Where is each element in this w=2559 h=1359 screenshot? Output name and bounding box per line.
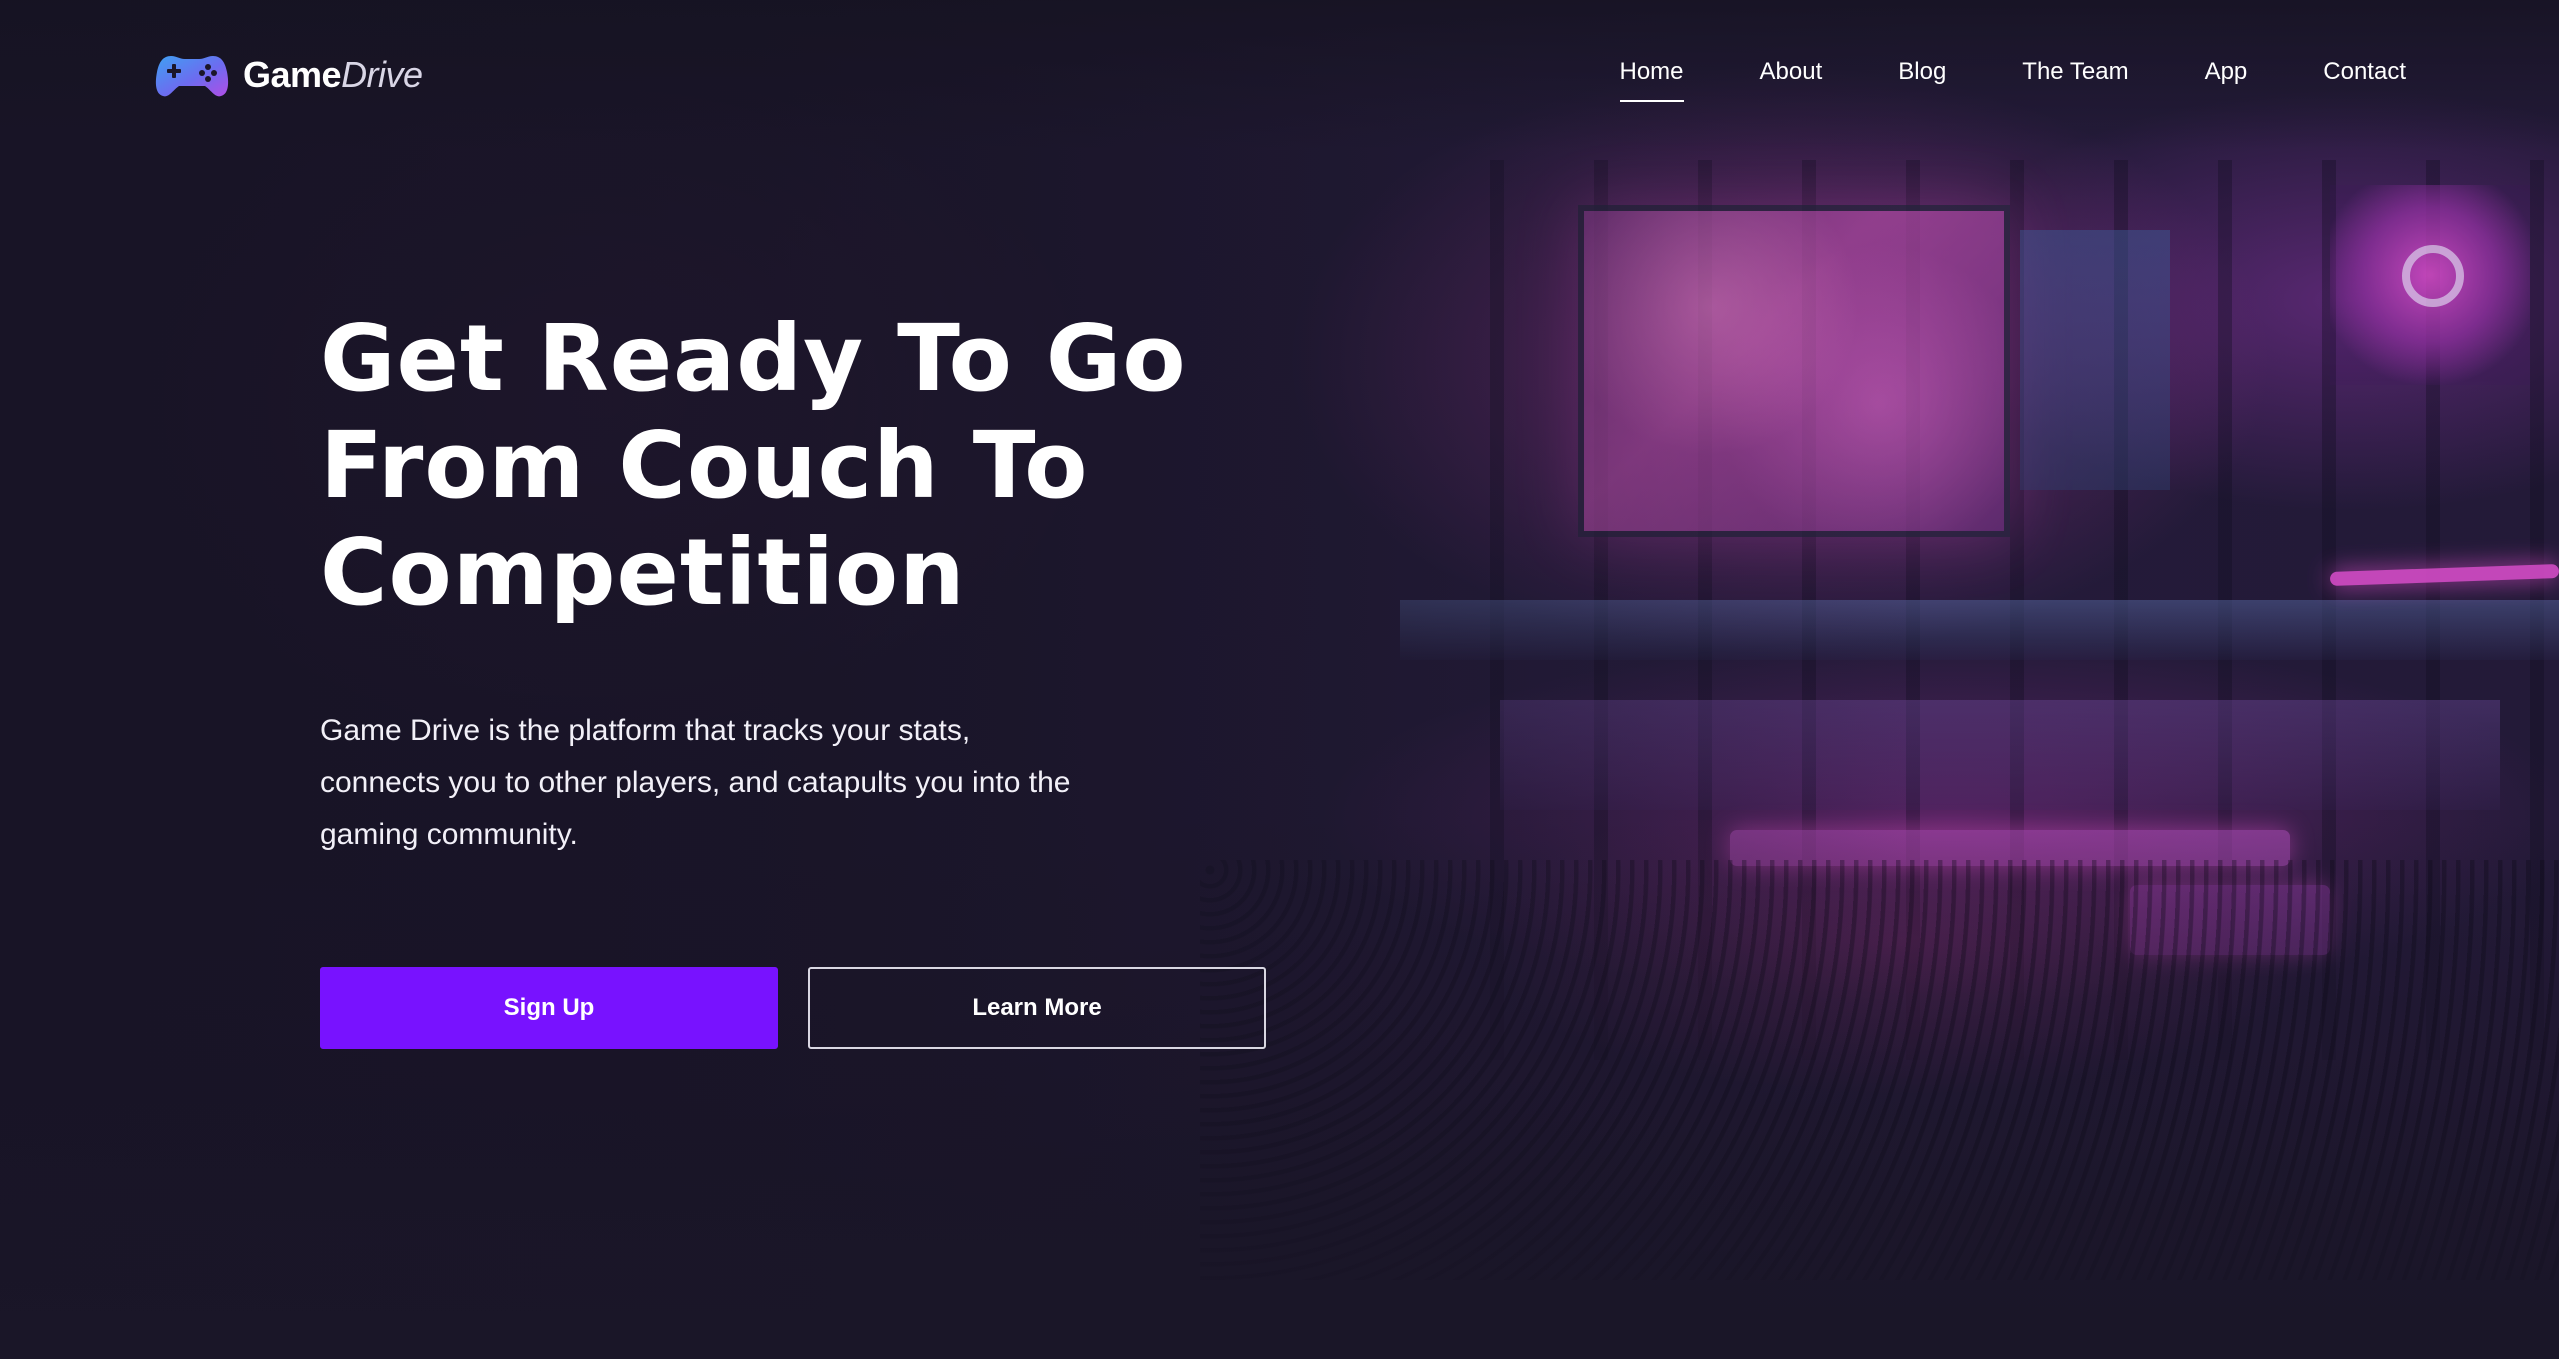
nav-item-contact: Contact (2323, 58, 2406, 102)
hero-title: Get Ready To Go From Couch To Competitio… (320, 305, 1300, 626)
nav-link-the-team[interactable]: The Team (2022, 58, 2128, 100)
hero-title-line: From Couch To (320, 412, 1089, 519)
hero-description-line: gaming community. (320, 818, 578, 851)
site-header: GameDrive Home About Blog The Team App C… (0, 0, 2559, 150)
hero-background-image (0, 0, 2559, 1359)
landing-page: GameDrive Home About Blog The Team App C… (0, 0, 2559, 1359)
hero-title-line: Competition (320, 519, 966, 626)
learn-more-button[interactable]: Learn More (808, 967, 1266, 1049)
nav-item-home: Home (1619, 58, 1684, 102)
nav-link-blog[interactable]: Blog (1898, 58, 1946, 100)
nav-link-app[interactable]: App (2205, 58, 2248, 100)
brand-name-drive: Drive (341, 54, 423, 95)
hero-cta-group: Sign Up Learn More (320, 967, 1266, 1049)
hero-section: Get Ready To Go From Couch To Competitio… (320, 305, 1320, 1049)
brand-name: GameDrive (243, 54, 423, 96)
hero-description-line: connects you to other players, and catap… (320, 766, 1071, 799)
nav-item-about: About (1760, 58, 1823, 102)
nav-item-team: The Team (2022, 58, 2128, 102)
brand-name-game: Game (243, 54, 342, 95)
main-nav: Home About Blog The Team App Contact (1619, 58, 2406, 102)
nav-link-about[interactable]: About (1760, 58, 1823, 100)
brand-logo-link[interactable]: GameDrive (153, 48, 423, 102)
hero-description: Game Drive is the platform that tracks y… (320, 705, 1220, 861)
nav-link-contact[interactable]: Contact (2323, 58, 2406, 100)
hero-description-line: Game Drive is the platform that tracks y… (320, 714, 971, 747)
nav-item-app: App (2205, 58, 2248, 102)
hero-title-line: Get Ready To Go (320, 305, 1187, 412)
nav-item-blog: Blog (1898, 58, 1946, 102)
gamepad-icon (155, 56, 229, 97)
sign-up-button[interactable]: Sign Up (320, 967, 778, 1049)
nav-link-home[interactable]: Home (1619, 58, 1684, 102)
background-bottom-overlay (0, 1099, 2559, 1359)
